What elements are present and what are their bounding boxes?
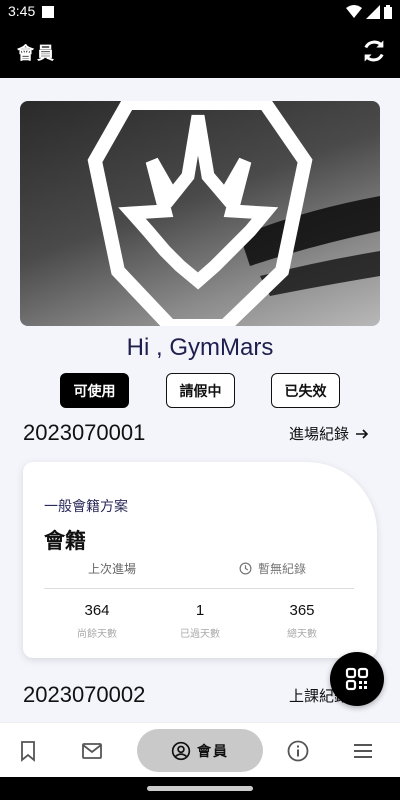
qr-code-icon (345, 667, 369, 691)
brand-banner (20, 101, 380, 326)
entry-record-link[interactable]: 進場紀錄 (289, 423, 369, 444)
stat-remaining-value: 364 (84, 602, 110, 619)
last-entry-value: 暫無紀錄 (239, 560, 306, 577)
stat-remaining: 364 尚餘天數 (47, 602, 147, 640)
stat-total: 365 總天數 (252, 602, 352, 640)
card-divider (44, 588, 354, 589)
greeting-text: Hi , GymMars (126, 334, 274, 361)
status-time: 3:45 (8, 3, 36, 19)
stat-elapsed-label: 已過天數 (180, 629, 220, 640)
stat-total-label: 總天數 (287, 629, 317, 640)
signal-icon (366, 5, 380, 19)
plan-label: 一般會籍方案 (44, 499, 128, 515)
clock-icon (239, 562, 252, 575)
qr-code-button[interactable] (330, 652, 384, 706)
mail-icon[interactable] (80, 739, 104, 763)
last-entry-label: 上次進場 (88, 562, 137, 576)
home-indicator[interactable] (147, 786, 253, 791)
plan-name: 會籍 (44, 529, 86, 553)
membership-card[interactable]: 一般會籍方案 會籍 上次進場 暫無紀錄 364 尚餘天數 1 已過天數 365 … (23, 462, 377, 658)
app-bar: 會員 (0, 24, 400, 78)
wifi-icon (346, 5, 362, 18)
arrow-right-icon (356, 428, 369, 439)
stat-elapsed-value: 1 (195, 602, 205, 619)
filter-expired-chip[interactable]: 已失效 (271, 373, 340, 408)
refresh-icon[interactable] (360, 37, 388, 65)
bottom-nav: 會員 (0, 722, 400, 777)
page-title: 會員 (17, 44, 57, 64)
status-bar: 3:45 (0, 0, 400, 24)
info-icon[interactable] (286, 739, 310, 763)
filter-active-chip[interactable]: 可使用 (60, 373, 129, 408)
nav-member-tab[interactable]: 會員 (137, 729, 263, 772)
account-circle-icon (171, 741, 191, 760)
filter-leave-chip[interactable]: 請假中 (166, 373, 235, 408)
system-nav-bar (0, 777, 400, 800)
menu-icon[interactable] (351, 739, 375, 763)
stat-elapsed: 1 已過天數 (150, 602, 250, 640)
stat-total-value: 365 (289, 602, 315, 619)
membership-number-2: 2023070002 (23, 682, 146, 707)
stat-remaining-label: 尚餘天數 (77, 629, 117, 640)
last-entry-value-text: 暫無紀錄 (258, 562, 307, 576)
notification-icon (42, 6, 54, 18)
gym-logo-icon (87, 101, 380, 326)
battery-icon (384, 5, 392, 19)
nav-member-label: 會員 (197, 743, 229, 760)
membership-number: 2023070001 (23, 420, 146, 445)
bookmark-icon[interactable] (16, 739, 40, 763)
entry-record-label: 進場紀錄 (289, 425, 350, 443)
